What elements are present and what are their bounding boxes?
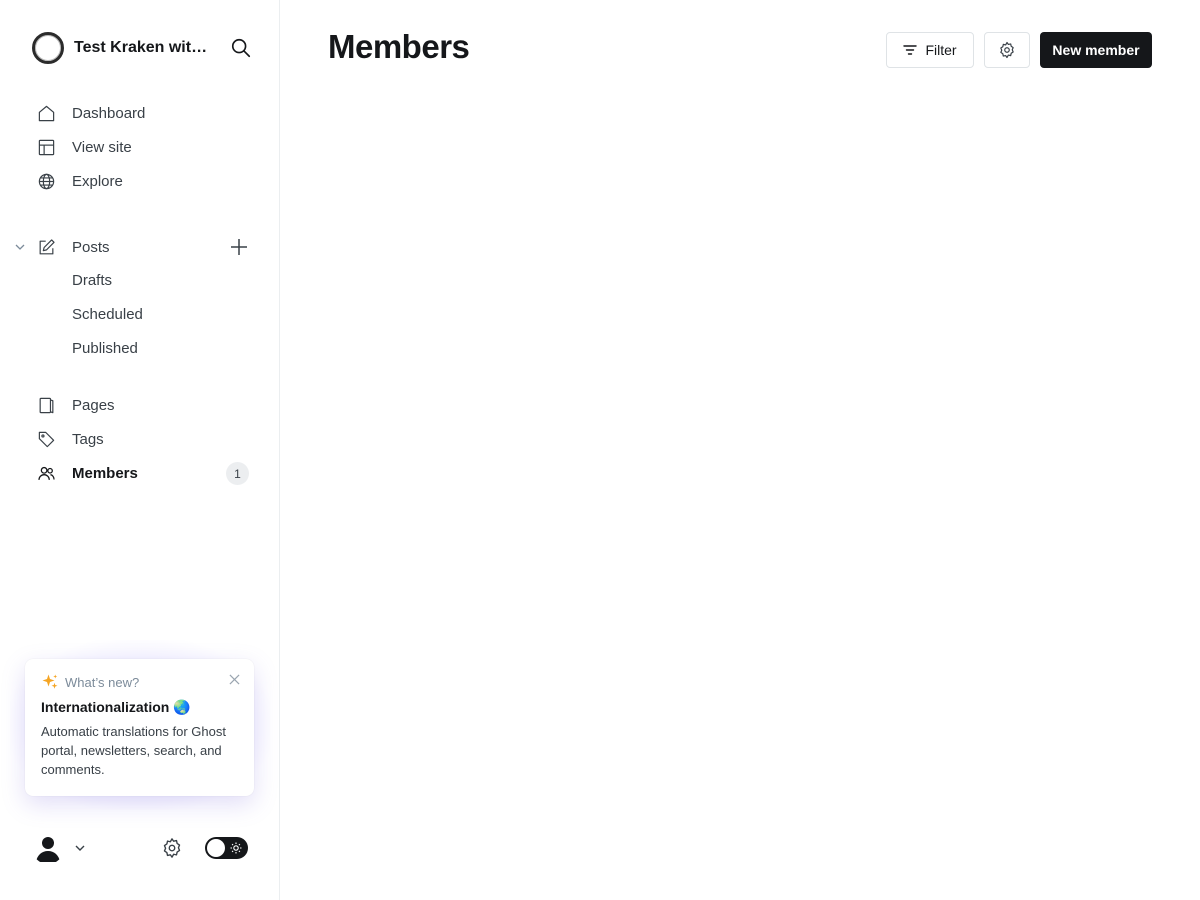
edit-icon — [39, 239, 55, 255]
close-icon[interactable] — [229, 674, 240, 685]
whats-new-label: What’s new? — [65, 674, 140, 690]
main-content: Members Filter New member — [280, 0, 1200, 900]
members-icon — [38, 466, 55, 480]
filter-label: Filter — [925, 42, 957, 58]
nav-scheduled[interactable]: Scheduled — [0, 298, 280, 332]
nav-tags[interactable]: Tags — [0, 422, 280, 456]
user-icon — [32, 832, 64, 864]
new-member-button[interactable]: New member — [1040, 32, 1152, 68]
site-logo — [32, 32, 64, 64]
nav-view-site[interactable]: View site — [0, 130, 280, 164]
tag-icon — [38, 431, 55, 448]
sun-icon — [230, 842, 242, 854]
nav-pages[interactable]: Pages — [0, 388, 280, 422]
nav-label: Drafts — [72, 272, 113, 289]
nav-label: Members — [72, 464, 138, 482]
nav-dashboard[interactable]: Dashboard — [0, 96, 280, 130]
sidebar-footer — [32, 832, 248, 864]
whats-new-card[interactable]: What’s new? Internationalization 🌏 Autom… — [25, 659, 254, 796]
page-icon — [39, 397, 54, 414]
whats-new-title: Internationalization 🌏 — [41, 699, 191, 715]
primary-nav: Dashboard View site Explore — [0, 96, 280, 198]
page-title: Members — [328, 28, 470, 65]
nav-label: Tags — [72, 430, 104, 448]
members-settings-button[interactable] — [984, 32, 1030, 68]
posts-nav: Posts Drafts Scheduled Published — [0, 230, 280, 366]
theme-toggle[interactable] — [205, 837, 248, 859]
filter-icon — [903, 45, 918, 55]
whats-new-header: What’s new? — [41, 673, 238, 691]
filter-button[interactable]: Filter — [886, 32, 974, 68]
site-title: Test Kraken wit… — [74, 39, 208, 56]
nav-label: Explore — [72, 172, 123, 190]
nav-label: Pages — [72, 396, 115, 414]
gear-icon[interactable] — [161, 837, 183, 859]
nav-label: View site — [72, 138, 132, 156]
sidebar: Test Kraken wit… Dashboard View site Exp… — [0, 0, 280, 900]
toggle-knob — [207, 839, 225, 857]
home-icon — [38, 105, 55, 122]
nav-label: Posts — [72, 238, 110, 256]
members-count-badge: 1 — [226, 462, 249, 485]
content-nav: Pages Tags Members 1 — [0, 388, 280, 490]
nav-posts[interactable]: Posts — [0, 230, 280, 264]
nav-label: Published — [72, 340, 138, 357]
layout-icon — [38, 139, 55, 156]
site-header[interactable]: Test Kraken wit… — [32, 32, 252, 64]
nav-published[interactable]: Published — [0, 332, 280, 366]
nav-drafts[interactable]: Drafts — [0, 264, 280, 298]
nav-label: Dashboard — [72, 104, 146, 122]
nav-label: Scheduled — [72, 306, 143, 323]
chevron-down-icon[interactable] — [14, 241, 26, 253]
chevron-down-icon[interactable] — [74, 842, 86, 854]
new-member-label: New member — [1052, 42, 1140, 58]
sparkle-icon — [42, 674, 58, 689]
nav-members[interactable]: Members 1 — [0, 456, 280, 490]
avatar[interactable] — [32, 832, 64, 864]
nav-explore[interactable]: Explore — [0, 164, 280, 198]
gear-icon — [1000, 41, 1014, 59]
search-icon[interactable] — [230, 37, 252, 59]
globe-icon — [38, 173, 55, 190]
whats-new-body: Automatic translations for Ghost portal,… — [41, 724, 226, 777]
plus-icon[interactable] — [229, 237, 249, 257]
